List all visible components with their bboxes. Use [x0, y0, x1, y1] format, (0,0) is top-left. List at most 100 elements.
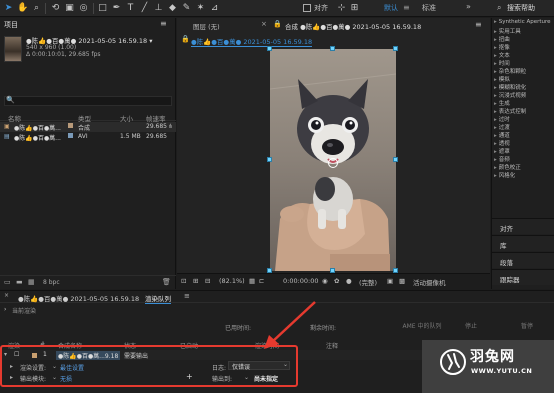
- queue-in-ame-button[interactable]: AME 中的队列: [396, 322, 448, 332]
- grid-overlay-icon[interactable]: ▦: [249, 277, 255, 285]
- effect-category[interactable]: ▸ Synthetic Aperture: [494, 19, 551, 25]
- anchor-point[interactable]: [328, 158, 338, 168]
- project-tab[interactable]: 项目: [4, 20, 18, 30]
- interpret-footage-icon[interactable]: ▭: [4, 278, 11, 286]
- effect-category[interactable]: ▸ 扭曲: [494, 35, 510, 43]
- color-channel-icon[interactable]: ●: [346, 277, 352, 285]
- panel-menu-icon[interactable]: ≡: [160, 19, 167, 28]
- puppet-tool-icon[interactable]: ✶: [195, 3, 206, 14]
- effect-category[interactable]: ▸ 透视: [494, 139, 510, 147]
- transform-handle[interactable]: [330, 46, 335, 51]
- effect-category[interactable]: ▸ 过时: [494, 115, 510, 123]
- flowchart-icon[interactable]: ⋔: [168, 123, 173, 130]
- workspace-default[interactable]: 默认: [384, 3, 398, 13]
- panel-library[interactable]: 库: [492, 235, 554, 251]
- project-row[interactable]: ▤ ●陈👍●百●萬... AVI 1.5 MB 29.685: [0, 132, 176, 142]
- grid-icon[interactable]: ⊟: [205, 277, 210, 285]
- pen-tool-icon[interactable]: ✒: [111, 3, 122, 14]
- panel-menu-icon[interactable]: ≡: [475, 20, 482, 29]
- region-icon[interactable]: ⊞: [193, 277, 198, 285]
- tab-composition[interactable]: 合成 ●陈👍●百●萬● 2021-05-05 16.59.18: [285, 21, 421, 31]
- effect-category[interactable]: ▸ 文本: [494, 51, 510, 59]
- search-icon[interactable]: ⌕: [497, 3, 501, 13]
- mask-icon[interactable]: ⊏: [259, 277, 264, 285]
- effect-category[interactable]: ▸ 时间: [494, 59, 510, 67]
- workspace-menu-icon[interactable]: ≡: [403, 3, 410, 12]
- expand-icon[interactable]: ›: [4, 306, 6, 313]
- roto-brush-tool-icon[interactable]: ✎: [181, 3, 192, 14]
- camera-tool-icon[interactable]: ▣: [64, 3, 75, 14]
- effect-category[interactable]: ▸ 过渡: [494, 123, 510, 131]
- project-search-input[interactable]: [4, 96, 172, 106]
- comp-viewer[interactable]: [267, 46, 398, 273]
- new-comp-icon[interactable]: ▦: [28, 278, 35, 286]
- new-folder-icon[interactable]: ▬: [16, 278, 23, 286]
- annotation-highlight-box: [0, 345, 298, 387]
- zoom-tool-icon[interactable]: ⌕: [31, 3, 42, 14]
- pan-behind-tool-icon[interactable]: ◎: [78, 3, 89, 14]
- search-help-field[interactable]: 搜索帮助: [507, 3, 535, 13]
- comp-thumbnail: [4, 36, 22, 62]
- align-checkbox[interactable]: [303, 4, 311, 12]
- zoom-dropdown[interactable]: (82.1%): [219, 277, 245, 285]
- timecode[interactable]: 0:00:00:00: [283, 277, 319, 285]
- column-comment[interactable]: 注释: [326, 341, 338, 350]
- panel-menu-icon[interactable]: ≡: [184, 292, 190, 300]
- show-snapshot-icon[interactable]: ✿: [334, 277, 339, 285]
- brush-tool-icon[interactable]: ╱: [139, 3, 150, 14]
- layer-tab[interactable]: 图层 (无): [193, 21, 220, 31]
- rectangle-tool-icon[interactable]: □: [97, 3, 108, 14]
- tab-render-queue[interactable]: 渲染队列: [145, 293, 171, 304]
- delete-icon[interactable]: 🗑: [162, 278, 171, 286]
- stop-button[interactable]: 停止: [454, 322, 488, 332]
- preview-icon[interactable]: ⊡: [181, 277, 186, 285]
- effect-category[interactable]: ▸ 颜色校正: [494, 163, 521, 171]
- effect-category[interactable]: ▸ 沉浸式视频: [494, 91, 526, 99]
- close-icon[interactable]: ×: [4, 292, 9, 299]
- close-icon[interactable]: ×: [261, 20, 267, 28]
- effect-category[interactable]: ▸ 生成: [494, 99, 510, 107]
- snapshot-icon[interactable]: ◉: [322, 277, 328, 285]
- panel-paragraph[interactable]: 段落: [492, 252, 554, 268]
- selection-tool-icon[interactable]: ➤: [3, 3, 14, 14]
- effect-category[interactable]: ▸ 抠像: [494, 43, 510, 51]
- workspace-more-icon[interactable]: »: [466, 2, 471, 11]
- effect-category[interactable]: ▸ 杂色和颗粒: [494, 67, 526, 75]
- transparency-grid-icon[interactable]: ▩: [399, 277, 405, 285]
- hand-tool-icon[interactable]: ✋: [17, 3, 28, 14]
- comp-breadcrumb[interactable]: ●陈👍●百●萬● 2021-05-05 16.59.18: [191, 36, 313, 47]
- project-bottom-bar: ▭ ▬ ▦ 8 bpc 🗑: [0, 275, 176, 289]
- snap-icon[interactable]: ⊹: [336, 3, 347, 14]
- tab-timeline[interactable]: ●陈👍●百●萬● 2021-05-05 16.59.18: [18, 293, 139, 303]
- transform-handle[interactable]: [393, 46, 398, 51]
- pin-tool-icon[interactable]: ⊿: [209, 3, 220, 14]
- bit-depth[interactable]: 8 bpc: [43, 279, 60, 286]
- transform-handle[interactable]: [267, 157, 272, 162]
- camera-dropdown[interactable]: 活动摄像机: [413, 277, 446, 287]
- transform-handle[interactable]: [267, 46, 272, 51]
- panel-align[interactable]: 对齐: [492, 218, 554, 234]
- search-icon: 🔍: [6, 96, 15, 104]
- effect-category[interactable]: ▸ 音频: [494, 155, 510, 163]
- effect-category[interactable]: ▸ 遮罩: [494, 147, 510, 155]
- resolution-dropdown[interactable]: (完整): [359, 277, 377, 287]
- panel-tracker[interactable]: 跟踪器: [492, 269, 554, 285]
- pause-button[interactable]: 暂停: [510, 322, 544, 332]
- rotate-tool-icon[interactable]: ⟲: [50, 3, 61, 14]
- project-row[interactable]: ▣ ●陈👍●百●萬... 合成 29.685 ⋔: [0, 122, 176, 132]
- effect-category[interactable]: ▸ 表达式控制: [494, 107, 526, 115]
- effect-category[interactable]: ▸ 实用工具: [494, 27, 521, 35]
- workspace-standard[interactable]: 标准: [422, 3, 436, 13]
- effect-category[interactable]: ▸ 通道: [494, 131, 510, 139]
- eraser-tool-icon[interactable]: ◆: [167, 3, 178, 14]
- lock-icon[interactable]: 🔒: [273, 20, 282, 28]
- lock-icon[interactable]: 🔒: [181, 35, 190, 43]
- effect-category[interactable]: ▸ 模糊和锐化: [494, 83, 526, 91]
- transform-handle[interactable]: [393, 157, 398, 162]
- effect-category[interactable]: ▸ 模拟: [494, 75, 510, 83]
- text-tool-icon[interactable]: T: [125, 3, 136, 14]
- roi-icon[interactable]: ▣: [387, 277, 393, 285]
- effect-category[interactable]: ▸ 风格化: [494, 171, 515, 179]
- clone-stamp-tool-icon[interactable]: ⊥: [153, 3, 164, 14]
- snap-options-icon[interactable]: ⊞: [349, 3, 360, 14]
